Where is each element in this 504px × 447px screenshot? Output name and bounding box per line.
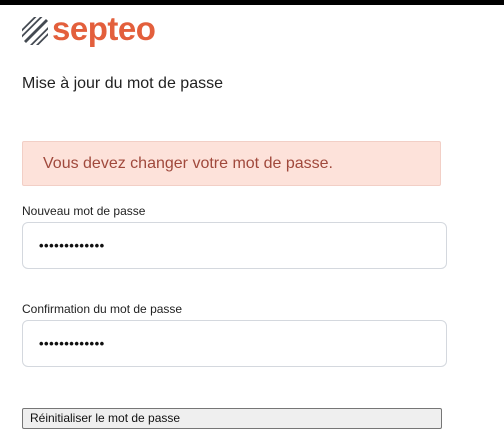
reset-password-button[interactable]: Réinitialiser le mot de passe xyxy=(22,408,442,429)
brand-logo: septeo xyxy=(22,10,156,47)
new-password-input[interactable]: ••••••••••••• xyxy=(22,222,447,269)
page-title: Mise à jour du mot de passe xyxy=(22,75,223,92)
brand-name: septeo xyxy=(52,10,156,47)
confirm-password-input[interactable]: ••••••••••••• xyxy=(22,320,447,367)
new-password-value: ••••••••••••• xyxy=(39,238,105,253)
new-password-label: Nouveau mot de passe xyxy=(22,204,146,218)
alert-message: Vous devez changer votre mot de passe. xyxy=(43,154,333,172)
password-change-alert: Vous devez changer votre mot de passe. xyxy=(22,141,441,186)
confirm-password-value: ••••••••••••• xyxy=(39,336,105,351)
top-bar xyxy=(0,0,504,5)
septeo-stripes-logo-icon xyxy=(22,16,48,45)
confirm-password-label: Confirmation du mot de passe xyxy=(22,302,183,316)
